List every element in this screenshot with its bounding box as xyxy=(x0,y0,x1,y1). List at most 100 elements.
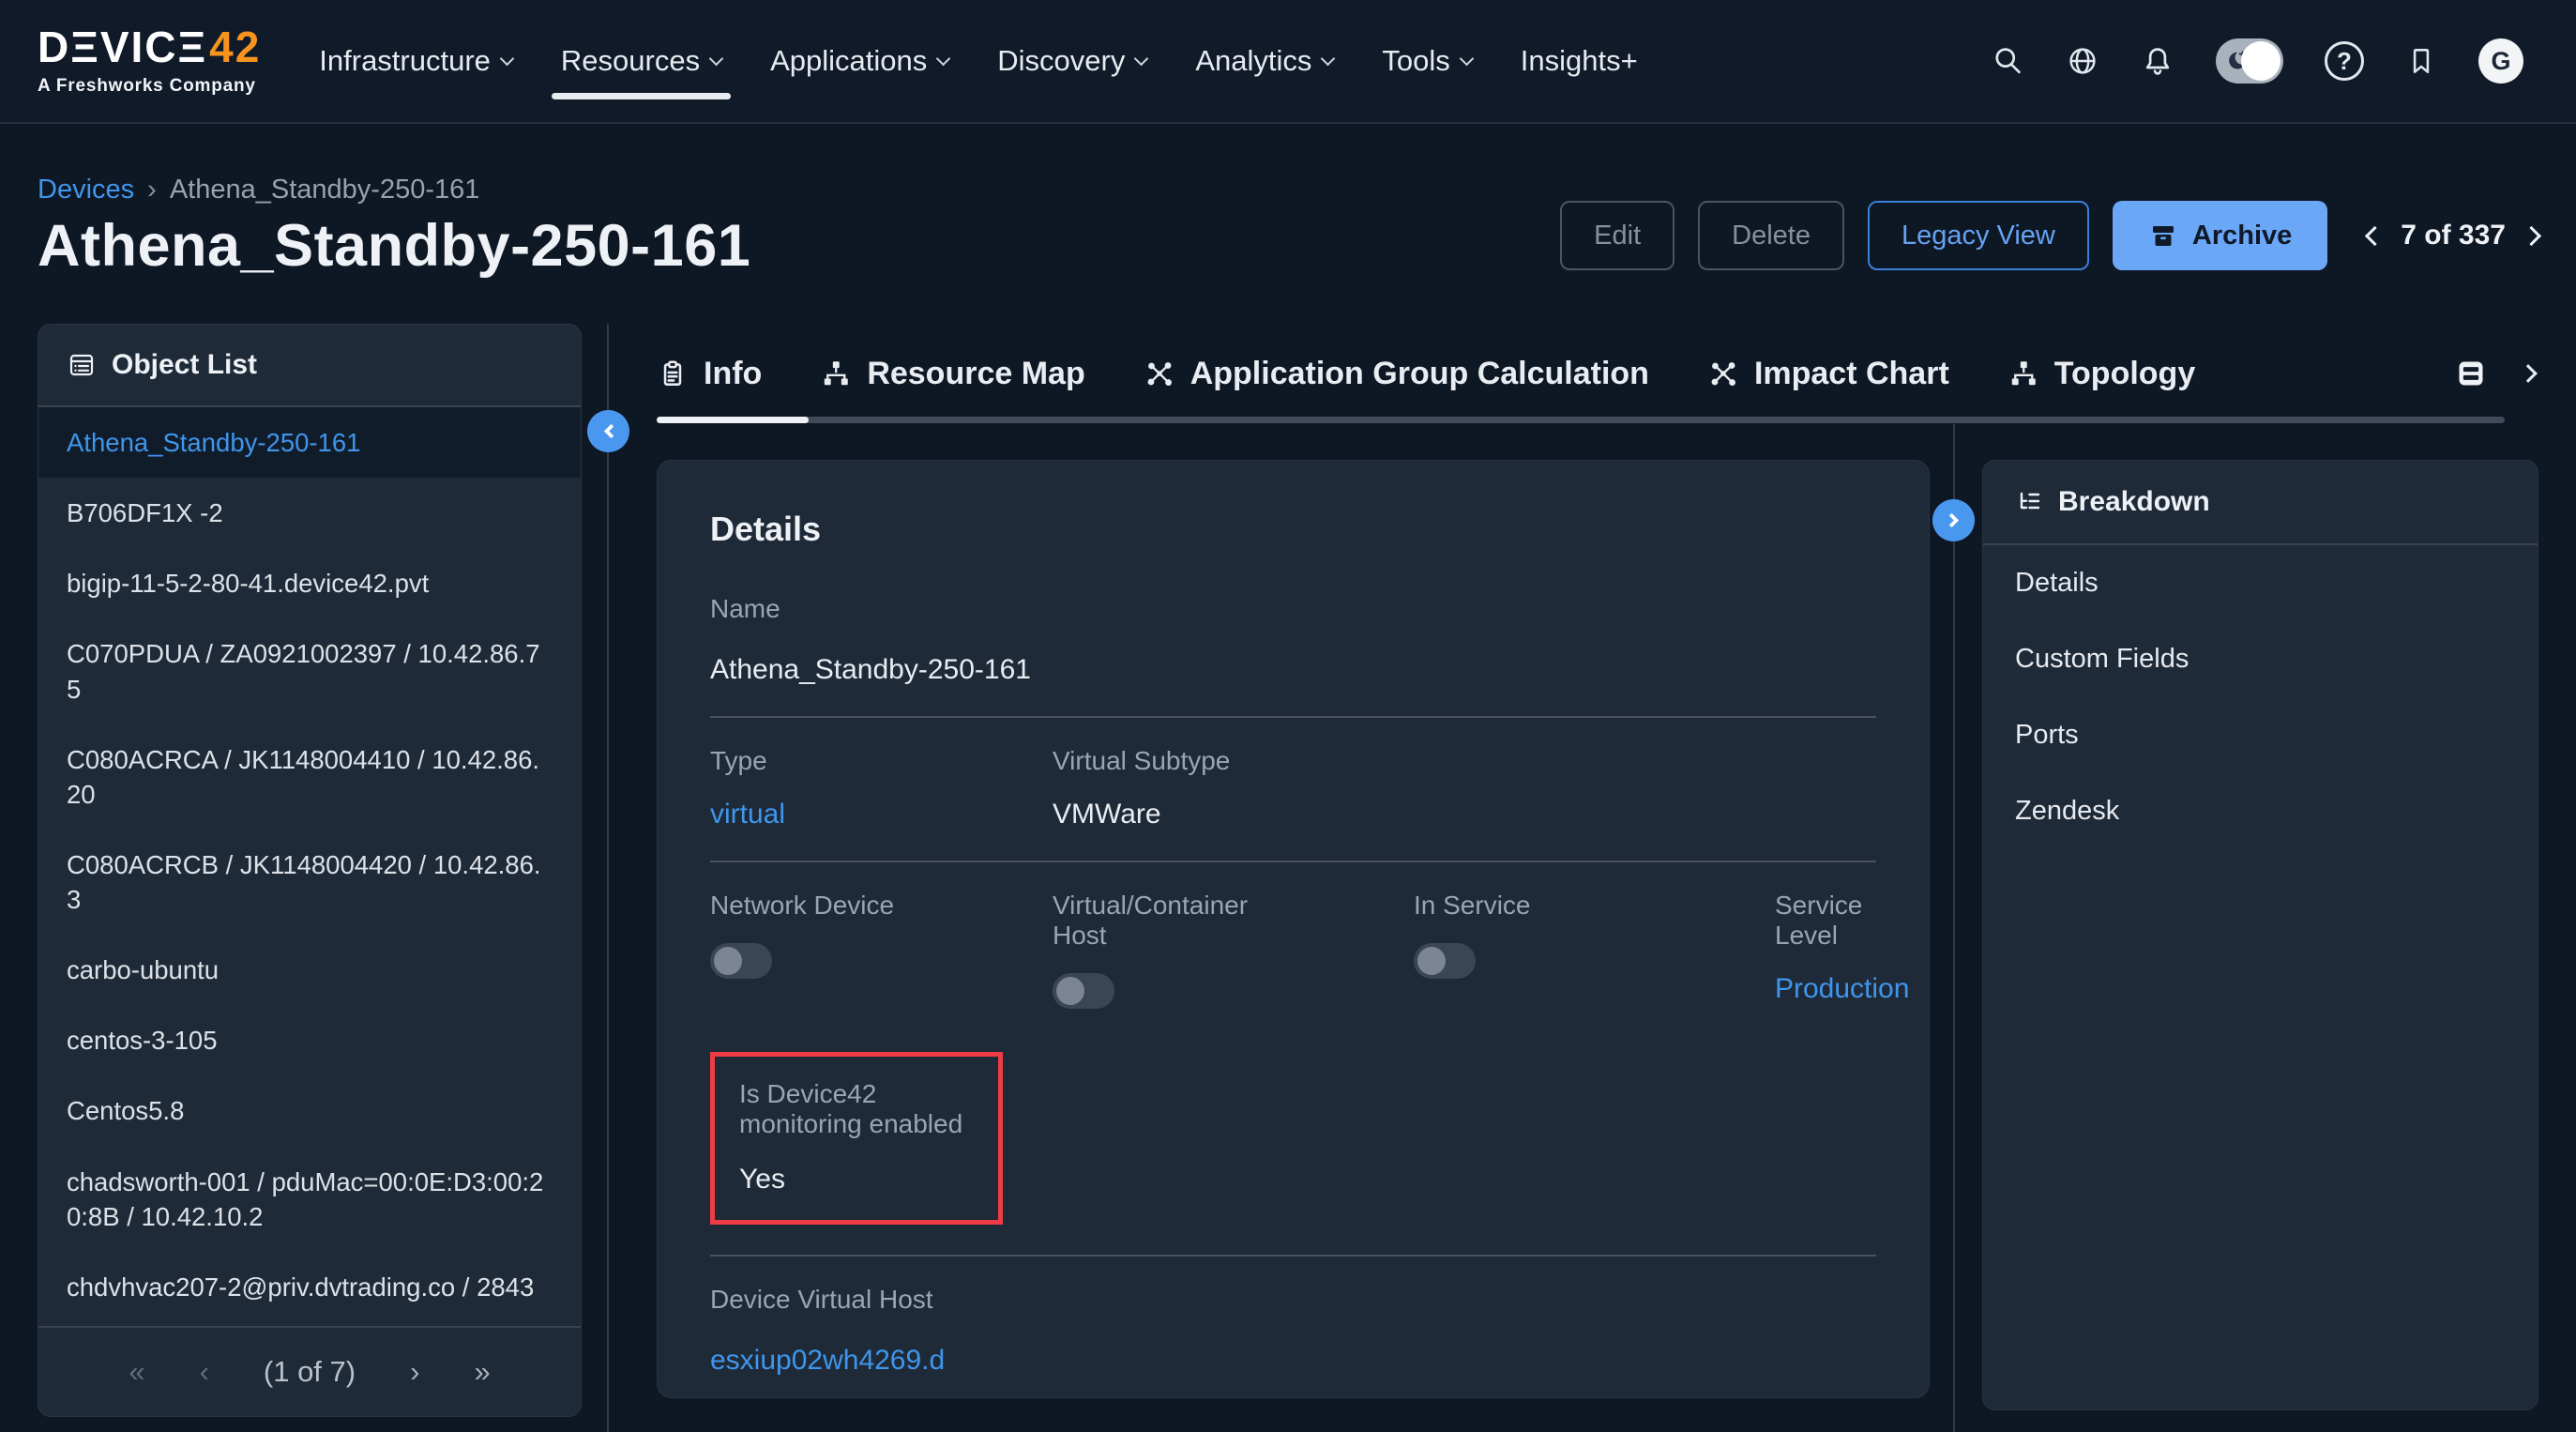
monitoring-enabled-value: Yes xyxy=(739,1164,974,1196)
list-item[interactable]: carbo-ubuntu xyxy=(38,935,581,1005)
tab-label: Resource Map xyxy=(867,356,1084,392)
breadcrumb-separator: › xyxy=(147,175,157,206)
main-menu: Infrastructure Resources Applications Di… xyxy=(319,0,1637,122)
delete-button[interactable]: Delete xyxy=(1698,201,1844,270)
network-device-toggle[interactable] xyxy=(710,943,772,979)
nav-item-infrastructure[interactable]: Infrastructure xyxy=(319,0,512,122)
tab-resource-map[interactable]: Resource Map xyxy=(820,356,1084,392)
nav-item-label: Resources xyxy=(561,44,700,78)
list-item[interactable]: C080ACRCA / JK1148004410 / 10.42.86.20 xyxy=(38,724,581,830)
list-item[interactable]: C070PDUA / ZA0921002397 / 10.42.86.75 xyxy=(38,618,581,724)
list-item[interactable]: bigip-11-5-2-80-41.device42.pvt xyxy=(38,548,581,618)
virtual-container-host-toggle[interactable] xyxy=(1053,973,1114,1009)
bell-icon[interactable] xyxy=(2141,44,2174,78)
breadcrumb-current: Athena_Standby-250-161 xyxy=(170,175,480,206)
breakdown-item-ports[interactable]: Ports xyxy=(1983,697,2538,773)
tab-label: Impact Chart xyxy=(1754,356,1949,392)
monitoring-enabled-label: Is Device42 monitoring enabled xyxy=(739,1079,969,1139)
tab-impact-chart[interactable]: Impact Chart xyxy=(1707,356,1949,392)
toggle-knob xyxy=(1056,977,1084,1005)
list-item[interactable]: B706DF1X -2 xyxy=(38,478,581,548)
theme-toggle-knob xyxy=(2241,41,2281,81)
legacy-view-button[interactable]: Legacy View xyxy=(1868,201,2089,270)
bookmark-icon[interactable] xyxy=(2405,45,2437,77)
pager-next-icon[interactable] xyxy=(2522,225,2541,245)
name-value: Athena_Standby-250-161 xyxy=(710,654,1876,686)
chevron-down-icon xyxy=(709,51,724,66)
breadcrumb: Devices › Athena_Standby-250-161 xyxy=(38,175,479,206)
list-item[interactable]: chdvhvac207-2@priv.dvtrading.co / 2843 xyxy=(38,1252,581,1322)
tab-info[interactable]: Info xyxy=(657,356,762,392)
tab-label: Info xyxy=(704,356,762,392)
nav-item-resources[interactable]: Resources xyxy=(561,0,721,122)
breadcrumb-devices-link[interactable]: Devices xyxy=(38,175,134,206)
tab-topology[interactable]: Topology xyxy=(2008,356,2195,392)
list-item[interactable]: chadsworth-001 / pduMac=00:0E:D3:00:20:8… xyxy=(38,1147,581,1252)
nav-item-applications[interactable]: Applications xyxy=(770,0,948,122)
org-chart-icon xyxy=(2008,358,2039,389)
pager-prev-icon[interactable] xyxy=(2365,225,2385,245)
device-virtual-host-link[interactable]: esxiup02wh4269.d xyxy=(710,1345,1876,1377)
list-item[interactable]: Athena_Standby-250-161 xyxy=(38,407,581,478)
nav-item-label: Tools xyxy=(1382,44,1449,78)
device42-logo[interactable]: DΞVICΞ42 A Freshworks Company xyxy=(38,25,261,97)
service-level-value-link[interactable]: Production xyxy=(1775,973,1909,1005)
type-row: Type virtual Virtual Subtype VMWare xyxy=(710,746,1876,830)
nav-item-tools[interactable]: Tools xyxy=(1382,0,1471,122)
edit-button[interactable]: Edit xyxy=(1560,201,1674,270)
first-page-button[interactable]: « xyxy=(129,1355,144,1389)
archive-button[interactable]: Archive xyxy=(2113,201,2327,270)
pager-label: 7 of 337 xyxy=(2401,220,2506,251)
nav-item-label: Insights+ xyxy=(1521,44,1638,78)
nav-item-insights-plus[interactable]: Insights+ xyxy=(1521,0,1638,122)
org-chart-icon xyxy=(820,358,852,389)
virtual-container-host-field: Virtual/Container Host xyxy=(1053,891,1414,1009)
search-icon[interactable] xyxy=(1991,44,2024,78)
list-item[interactable]: C080ACRCB / JK1148004420 / 10.42.86.3 xyxy=(38,830,581,935)
left-splitter xyxy=(607,324,609,1432)
virtual-subtype-field: Virtual Subtype VMWare xyxy=(1053,746,1876,830)
prev-page-button[interactable]: ‹ xyxy=(200,1355,209,1389)
next-page-button[interactable]: › xyxy=(410,1355,419,1389)
tab-overflow-controls xyxy=(2452,355,2538,392)
object-list-title: Object List xyxy=(112,349,257,381)
monitoring-highlight-box: Is Device42 monitoring enabled Yes xyxy=(710,1052,1003,1225)
nav-item-label: Analytics xyxy=(1195,44,1311,78)
breakdown-title: Breakdown xyxy=(2058,486,2210,518)
network-device-field: Network Device xyxy=(710,891,1053,1009)
list-item[interactable]: Centos5.8 xyxy=(38,1075,581,1146)
chevron-right-icon xyxy=(1944,513,1959,528)
nav-item-analytics[interactable]: Analytics xyxy=(1195,0,1333,122)
in-service-toggle[interactable] xyxy=(1414,943,1476,979)
expand-breakdown-button[interactable] xyxy=(1932,499,1975,541)
tabs-scroll-right-icon[interactable] xyxy=(2519,364,2538,383)
user-avatar[interactable]: G xyxy=(2478,38,2523,84)
network-device-label: Network Device xyxy=(710,891,954,921)
top-nav: DΞVICΞ42 A Freshworks Company Infrastruc… xyxy=(0,0,2576,124)
collapse-sidebar-button[interactable] xyxy=(587,410,629,452)
nav-icon-group: ? G xyxy=(1991,38,2523,84)
theme-toggle[interactable] xyxy=(2216,38,2283,84)
in-service-label: In Service xyxy=(1414,891,1658,921)
chevron-down-icon xyxy=(500,51,515,66)
list-item[interactable]: centos-3-105 xyxy=(38,1005,581,1075)
divider xyxy=(710,861,1876,862)
chevron-left-icon xyxy=(603,424,618,439)
toggle-knob xyxy=(714,947,742,975)
in-service-field: In Service xyxy=(1414,891,1775,1009)
chevron-down-icon xyxy=(936,51,951,66)
breakdown-item-custom-fields[interactable]: Custom Fields xyxy=(1983,621,2538,697)
globe-icon[interactable] xyxy=(2066,44,2099,78)
flags-row: Network Device Virtual/Container Host In… xyxy=(710,891,1876,1009)
breakdown-item-zendesk[interactable]: Zendesk xyxy=(1983,773,2538,849)
last-page-button[interactable]: » xyxy=(474,1355,490,1389)
breakdown-item-details[interactable]: Details xyxy=(1983,545,2538,621)
nav-item-discovery[interactable]: Discovery xyxy=(997,0,1146,122)
type-value-link[interactable]: virtual xyxy=(710,799,1053,830)
help-icon[interactable]: ? xyxy=(2325,41,2364,81)
object-list: Athena_Standby-250-161 B706DF1X -2 bigip… xyxy=(38,407,581,1326)
tab-application-group-calculation[interactable]: Application Group Calculation xyxy=(1144,356,1649,392)
rack-view-icon[interactable] xyxy=(2452,355,2490,392)
logo-tagline: A Freshworks Company xyxy=(38,76,261,97)
action-bar: Edit Delete Legacy View Archive 7 of 337 xyxy=(1560,201,2538,270)
